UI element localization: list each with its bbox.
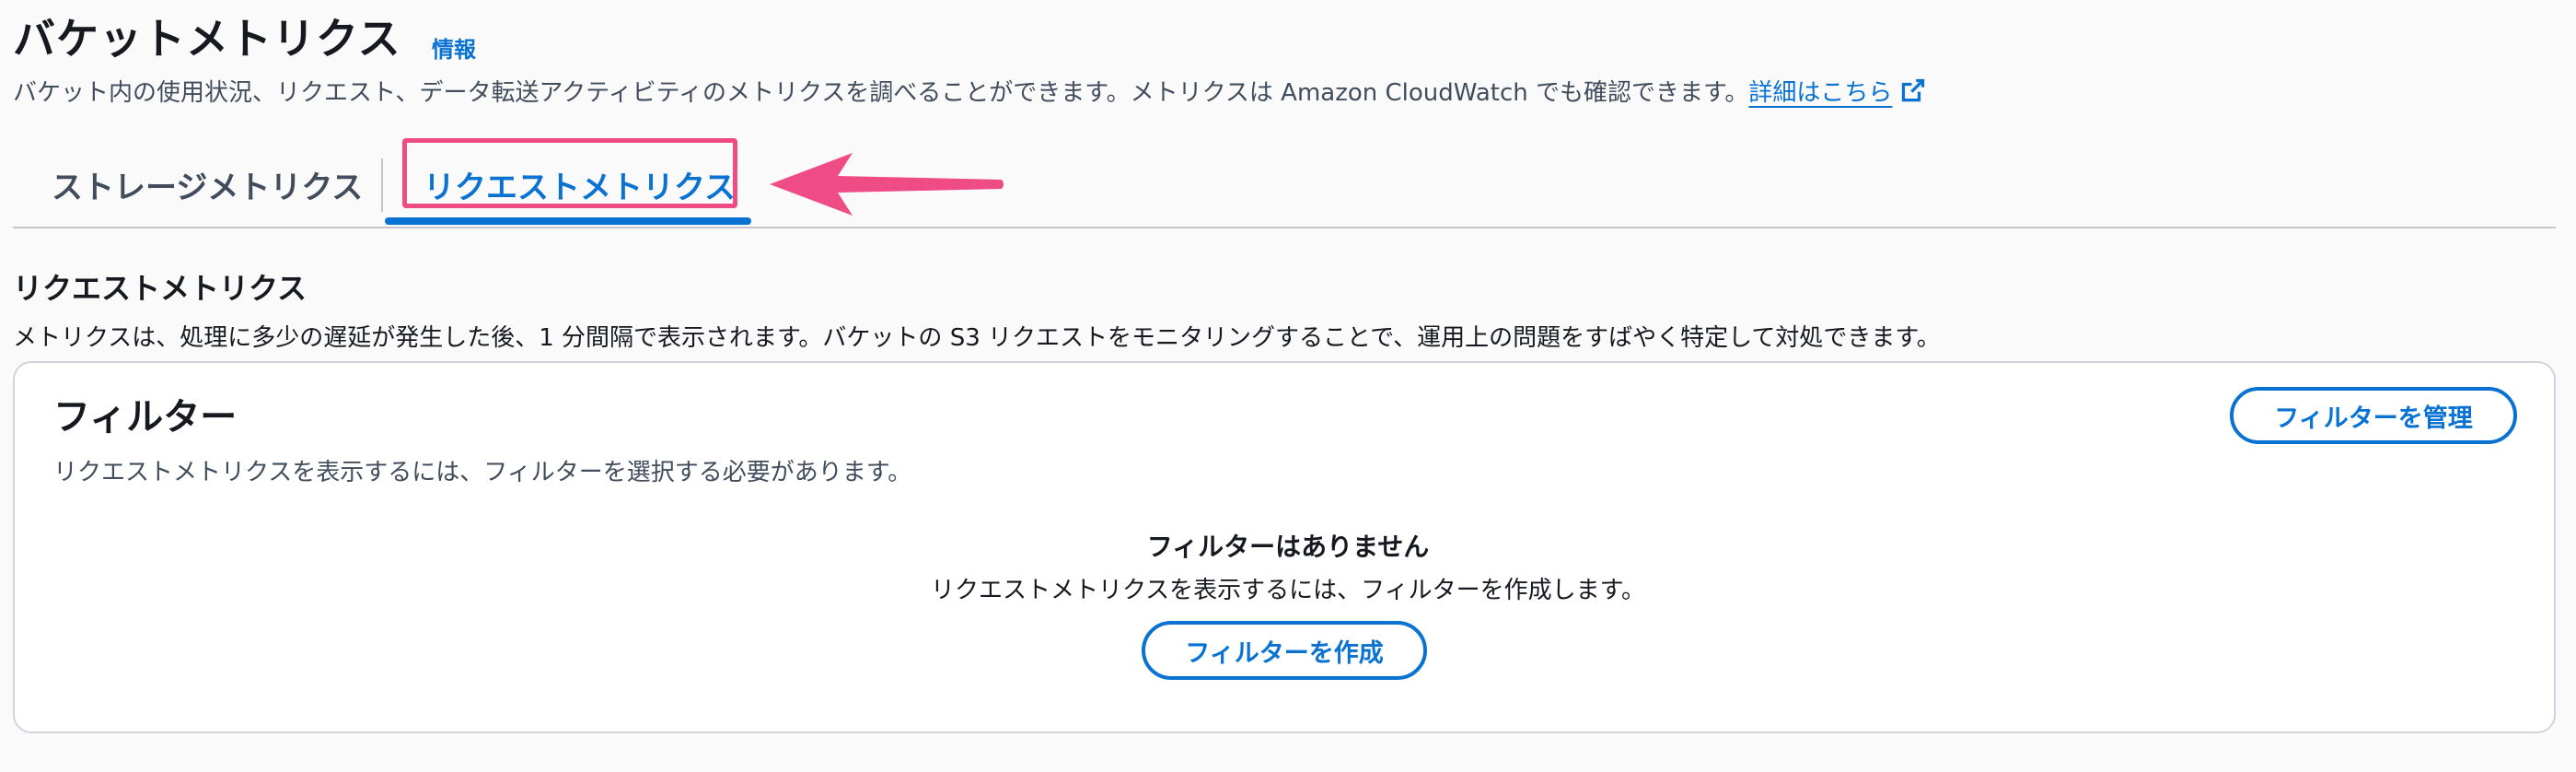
info-link[interactable]: 情報 [432, 31, 476, 64]
page-title: バケットメトリクス [13, 14, 401, 64]
active-tab-indicator [385, 217, 751, 225]
create-filter-button[interactable]: フィルターを作成 [1142, 621, 1427, 680]
empty-state-description: リクエストメトリクスを表示するには、フィルターを作成します。 [930, 577, 1646, 604]
filter-card-title: フィルター [53, 396, 238, 439]
page-description: バケット内の使用状況、リクエスト、データ転送アクティビティのメトリクスを調べるこ… [13, 74, 1925, 108]
tab-separator [381, 158, 383, 212]
highlight-box [402, 138, 737, 208]
filter-card-description: リクエストメトリクスを表示するには、フィルターを選択する必要があります。 [53, 459, 912, 486]
manage-filters-button[interactable]: フィルターを管理 [2230, 387, 2517, 444]
tabs-divider [13, 227, 2556, 228]
details-link-label: 詳細はこちら [1748, 79, 1893, 107]
empty-state-title: フィルターはありません [1146, 532, 1430, 562]
details-link[interactable]: 詳細はこちら [1748, 79, 1892, 107]
section-title: リクエストメトリクス [13, 271, 307, 306]
page-description-text: バケット内の使用状況、リクエスト、データ転送アクティビティのメトリクスを調べるこ… [13, 79, 1749, 107]
arrow-left-icon [770, 153, 1004, 216]
external-link-icon[interactable] [1901, 78, 1925, 102]
tab-storage-metrics[interactable]: ストレージメトリクス [52, 162, 363, 207]
section-description: メトリクスは、処理に多少の遅延が発生した後、1 分間隔で表示されます。バケットの… [13, 324, 1941, 352]
